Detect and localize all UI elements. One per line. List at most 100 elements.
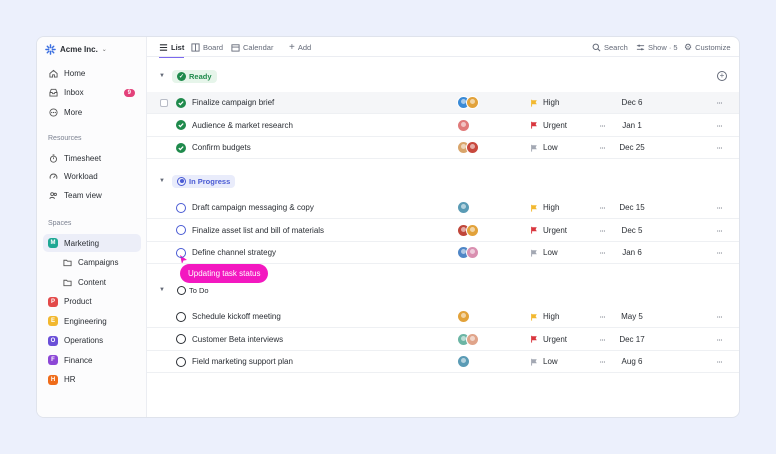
task-name[interactable]: Field marketing support plan <box>192 357 293 366</box>
sidebar-item-engineering[interactable]: E Engineering <box>43 312 141 330</box>
sidebar-item-home[interactable]: Home <box>43 64 141 82</box>
due-date[interactable]: Aug 6 <box>612 357 652 366</box>
assignee-avatars[interactable] <box>457 141 479 155</box>
task-status-circle-icon[interactable] <box>176 334 186 345</box>
due-date[interactable]: Jan 6 <box>612 248 652 257</box>
sidebar-item-product[interactable]: P Product <box>43 293 141 311</box>
show-button[interactable]: Show · 5 <box>636 37 678 57</box>
task-row[interactable]: Customer Beta interviews Urgent ••• Dec 17 •… <box>147 329 739 351</box>
priority-cell[interactable]: High <box>530 312 559 321</box>
priority-cell[interactable]: Urgent <box>530 335 567 344</box>
row-more-icon[interactable]: ••• <box>717 100 723 105</box>
sidebar-item-hr[interactable]: H HR <box>43 371 141 389</box>
due-date[interactable]: Dec 5 <box>612 226 652 235</box>
row-more-icon[interactable]: ••• <box>717 337 723 342</box>
task-row[interactable]: Define channel strategy Low ••• Jan 6 ••• <box>147 242 739 265</box>
status-pill[interactable]: ✓ Ready <box>172 69 217 83</box>
task-row[interactable]: Schedule kickoff meeting High ••• May 5 ••• <box>147 306 739 328</box>
collapse-caret-icon[interactable]: ▼ <box>159 73 165 79</box>
customize-button[interactable]: ⚙ Customize <box>684 37 731 57</box>
task-row[interactable]: Confirm budgets Low ••• Dec 25 ••• <box>147 137 739 160</box>
tab-list[interactable]: List <box>159 37 185 58</box>
row-more-icon[interactable]: ••• <box>717 145 723 150</box>
task-name[interactable]: Audience & market research <box>192 121 293 130</box>
assignee-avatars[interactable] <box>457 223 479 237</box>
priority-cell[interactable]: High <box>530 203 559 212</box>
priority-cell[interactable]: Urgent <box>530 121 567 130</box>
workspace-switcher[interactable]: Acme Inc. ⌄ <box>45 41 107 57</box>
priority-cell[interactable]: Low <box>530 357 558 366</box>
task-complete-icon[interactable] <box>176 142 186 153</box>
row-more-icon[interactable]: ••• <box>717 205 723 210</box>
date-menu-icon[interactable]: ••• <box>600 205 606 210</box>
task-name[interactable]: Finalize asset list and bill of material… <box>192 226 324 235</box>
priority-cell[interactable]: Urgent <box>530 226 567 235</box>
tab-board[interactable]: Board <box>191 37 223 57</box>
date-menu-icon[interactable]: ••• <box>600 359 606 364</box>
search-button[interactable]: Search <box>592 37 628 57</box>
priority-cell[interactable]: Low <box>530 248 558 257</box>
due-date[interactable]: Dec 15 <box>612 203 652 212</box>
sidebar-item-team-view[interactable]: Team view <box>43 186 141 204</box>
task-row[interactable]: Field marketing support plan Low ••• Aug 6 •… <box>147 351 739 374</box>
collapse-caret-icon[interactable]: ▼ <box>159 178 165 184</box>
row-more-icon[interactable]: ••• <box>717 250 723 255</box>
task-name[interactable]: Define channel strategy <box>192 248 276 257</box>
task-status-circle-icon[interactable] <box>176 247 186 258</box>
tab-calendar[interactable]: Calendar <box>231 37 273 57</box>
add-view-button[interactable]: + Add <box>289 37 311 57</box>
sidebar-item-timesheet[interactable]: Timesheet <box>43 149 141 167</box>
task-status-circle-icon[interactable] <box>176 202 186 213</box>
sidebar-item-finance[interactable]: F Finance <box>43 351 141 369</box>
sidebar-item-inbox[interactable]: Inbox 9 <box>43 84 141 102</box>
row-select-checkbox[interactable] <box>160 98 168 107</box>
task-complete-icon[interactable] <box>176 97 186 108</box>
assignee-avatars[interactable] <box>457 201 470 214</box>
task-row[interactable]: Draft campaign messaging & copy High ••• De… <box>147 197 739 219</box>
date-menu-icon[interactable]: ••• <box>600 123 606 128</box>
assignee-avatars[interactable] <box>457 310 470 323</box>
due-date[interactable]: May 5 <box>612 312 652 321</box>
sidebar-item-more[interactable]: More <box>43 103 141 121</box>
task-name[interactable]: Schedule kickoff meeting <box>192 312 281 321</box>
task-name[interactable]: Finalize campaign brief <box>192 98 274 107</box>
sidebar-item-workload[interactable]: Workload <box>43 168 141 186</box>
sidebar-item-campaigns[interactable]: Campaigns <box>57 254 141 272</box>
status-pill[interactable]: In Progress <box>172 174 236 188</box>
priority-cell[interactable]: Low <box>530 143 558 152</box>
task-name[interactable]: Confirm budgets <box>192 143 251 152</box>
task-row[interactable]: Finalize asset list and bill of material… <box>147 220 739 242</box>
task-name[interactable]: Draft campaign messaging & copy <box>192 203 314 212</box>
due-date[interactable]: Jan 1 <box>612 121 652 130</box>
task-status-circle-icon[interactable] <box>176 356 186 367</box>
row-more-icon[interactable]: ••• <box>717 228 723 233</box>
date-menu-icon[interactable]: ••• <box>600 145 606 150</box>
row-more-icon[interactable]: ••• <box>717 123 723 128</box>
priority-cell[interactable]: High <box>530 98 559 107</box>
assignee-avatars[interactable] <box>457 96 479 109</box>
assignee-avatars[interactable] <box>457 332 479 346</box>
due-date[interactable]: Dec 25 <box>612 143 652 152</box>
sidebar-item-marketing[interactable]: M Marketing <box>43 234 141 252</box>
row-more-icon[interactable]: ••• <box>717 359 723 364</box>
task-row[interactable]: Audience & market research Urgent ••• Jan 1… <box>147 115 739 137</box>
task-status-circle-icon[interactable] <box>176 225 186 236</box>
task-row[interactable]: Finalize campaign brief High Dec 6 ••• <box>147 92 739 114</box>
task-status-circle-icon[interactable] <box>176 311 186 322</box>
date-menu-icon[interactable]: ••• <box>600 314 606 319</box>
date-menu-icon[interactable]: ••• <box>600 228 606 233</box>
task-name[interactable]: Customer Beta interviews <box>192 335 283 344</box>
date-menu-icon[interactable]: ••• <box>600 337 606 342</box>
collapse-caret-icon[interactable]: ▼ <box>159 287 165 293</box>
assignee-avatars[interactable] <box>457 246 479 260</box>
status-pill[interactable]: To Do <box>172 284 214 297</box>
add-column-icon[interactable]: + <box>717 71 727 81</box>
sidebar-item-content[interactable]: Content <box>57 273 141 291</box>
due-date[interactable]: Dec 17 <box>612 335 652 344</box>
date-menu-icon[interactable]: ••• <box>600 250 606 255</box>
row-more-icon[interactable]: ••• <box>717 314 723 319</box>
due-date[interactable]: Dec 6 <box>612 98 652 107</box>
sidebar-item-operations[interactable]: O Operations <box>43 332 141 350</box>
assignee-avatars[interactable] <box>457 118 470 132</box>
task-complete-icon[interactable] <box>176 120 186 131</box>
